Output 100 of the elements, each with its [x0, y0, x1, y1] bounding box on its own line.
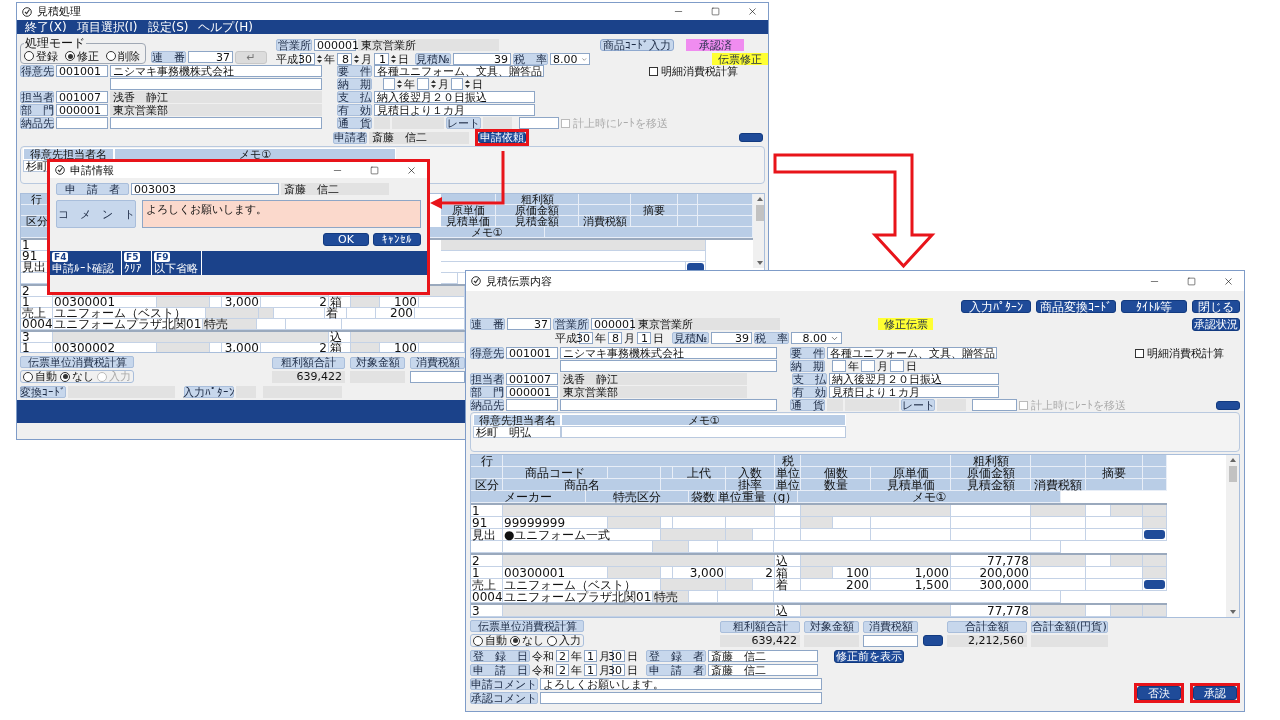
- text-field[interactable]: [863, 634, 918, 647]
- text-field[interactable]: [519, 117, 559, 129]
- menu-item[interactable]: 設定(S): [142, 21, 194, 33]
- radio-button[interactable]: [547, 635, 557, 646]
- spinner-icon[interactable]: [391, 54, 396, 64]
- text-field[interactable]: 39: [711, 332, 752, 344]
- close-icon[interactable]: [747, 6, 758, 17]
- text-field[interactable]: 8: [337, 53, 352, 65]
- show-before-button[interactable]: 修正前を表示: [834, 649, 904, 663]
- radio-button[interactable]: [23, 371, 33, 382]
- text-field[interactable]: [560, 360, 777, 372]
- text-field[interactable]: 000001: [56, 104, 108, 116]
- checkbox[interactable]: [649, 66, 658, 76]
- text-field[interactable]: よろしくお願いします。: [540, 678, 822, 690]
- small-button[interactable]: [739, 133, 763, 142]
- maximize-icon[interactable]: [711, 7, 720, 16]
- text-field[interactable]: [110, 117, 322, 129]
- table-cell: [1086, 555, 1111, 567]
- function-key-button[interactable]: F4 申請ﾙｰﾄ確認: [50, 251, 122, 275]
- select-field[interactable]: 8.00: [791, 332, 842, 344]
- radio-button[interactable]: [65, 51, 75, 61]
- spinner-icon[interactable]: [354, 54, 359, 64]
- select-field[interactable]: 8.00: [550, 53, 590, 65]
- text-field[interactable]: [540, 692, 822, 704]
- text-field[interactable]: [451, 78, 463, 90]
- text-field[interactable]: 斎藤 信二: [708, 664, 818, 676]
- close-icon[interactable]: [1223, 275, 1234, 287]
- text-field[interactable]: [560, 399, 777, 411]
- text-field[interactable]: [56, 117, 108, 129]
- maximize-icon[interactable]: [1187, 276, 1196, 286]
- action-button[interactable]: 否決: [1137, 686, 1181, 700]
- text-field[interactable]: [410, 370, 465, 383]
- dialog-button[interactable]: OK: [323, 233, 369, 246]
- text-field[interactable]: 納入後翌月２０日振込: [829, 373, 999, 385]
- text-field[interactable]: 2: [556, 650, 569, 662]
- text-field[interactable]: 001001: [506, 347, 558, 359]
- text-field[interactable]: 30: [579, 332, 593, 344]
- menu-item[interactable]: ヘルプ(H): [193, 21, 258, 33]
- toolbar-button[interactable]: ﾀｲﾄﾙ等: [1121, 300, 1187, 313]
- text-field[interactable]: [832, 360, 846, 372]
- text-field[interactable]: 001007: [506, 373, 558, 385]
- text-field[interactable]: [506, 399, 558, 411]
- text-field[interactable]: 斎藤 信二: [708, 650, 818, 662]
- function-key-button[interactable]: F5 ｸﾘｱ: [122, 251, 152, 275]
- approval-status-button[interactable]: 承認状況: [1192, 317, 1240, 331]
- text-field[interactable]: 1: [584, 650, 597, 662]
- text-field[interactable]: 各種ユニフォーム、文具、贈答品: [374, 65, 544, 77]
- product-code-button[interactable]: 商品ｺｰﾄﾞ入力: [600, 39, 674, 51]
- text-field[interactable]: 003003: [131, 183, 279, 195]
- radio-button[interactable]: [473, 635, 483, 646]
- spinner-icon[interactable]: [431, 79, 436, 89]
- small-button[interactable]: [923, 635, 943, 646]
- action-button[interactable]: 承認: [1193, 686, 1237, 700]
- text-field[interactable]: ニシマキ事務機株式会社: [560, 347, 777, 359]
- text-field[interactable]: ニシマキ事務機株式会社: [110, 65, 322, 77]
- menu-item[interactable]: 項目選択(I): [71, 21, 143, 33]
- toolbar-button[interactable]: 閉じる: [1192, 300, 1240, 313]
- spinner-icon[interactable]: [317, 54, 322, 64]
- text-field[interactable]: 39: [453, 53, 511, 65]
- radio-button[interactable]: [106, 51, 116, 61]
- function-key-button[interactable]: F9 以下省略: [152, 251, 202, 275]
- text-field[interactable]: 2: [556, 664, 569, 676]
- text-field[interactable]: 001007: [56, 91, 108, 103]
- text-field[interactable]: 000001: [591, 318, 633, 330]
- text-field[interactable]: 37: [188, 51, 233, 63]
- dialog-button[interactable]: ｷｬﾝｾﾙ: [373, 233, 421, 246]
- toolbar-button[interactable]: 商品変換ｺｰﾄﾞ: [1036, 300, 1116, 313]
- request-button[interactable]: 申請依頼: [478, 132, 526, 143]
- scrollbar[interactable]: [1226, 455, 1239, 617]
- radio-button[interactable]: [24, 51, 34, 61]
- checkbox[interactable]: [1135, 348, 1144, 358]
- scrollbar[interactable]: [753, 194, 764, 268]
- text-field[interactable]: 見積日より１カ月: [374, 104, 535, 116]
- text-field[interactable]: [417, 78, 429, 90]
- text-field[interactable]: 000001: [506, 386, 558, 398]
- toolbar-button[interactable]: 入力ﾊﾟﾀｰﾝ: [961, 300, 1031, 313]
- text-field[interactable]: 000001: [314, 39, 356, 51]
- text-field[interactable]: 37: [507, 318, 551, 330]
- radio-button[interactable]: [510, 635, 520, 646]
- small-button[interactable]: [1216, 400, 1240, 410]
- spinner-icon[interactable]: [465, 79, 470, 89]
- text-field[interactable]: [972, 399, 1017, 411]
- text-field[interactable]: 8: [608, 332, 622, 344]
- text-field[interactable]: [110, 78, 322, 90]
- text-field[interactable]: 1: [374, 53, 389, 65]
- close-icon[interactable]: [406, 164, 417, 176]
- maximize-icon[interactable]: [370, 165, 379, 175]
- text-field[interactable]: 1: [637, 332, 651, 344]
- text-field[interactable]: [383, 78, 395, 90]
- text-field[interactable]: 見積日より１カ月: [829, 386, 999, 398]
- spinner-icon[interactable]: [397, 79, 402, 89]
- radio-button[interactable]: [60, 371, 70, 382]
- text-field[interactable]: [890, 360, 904, 372]
- text-field[interactable]: よろしくお願いします。: [142, 200, 421, 228]
- text-field[interactable]: 1: [584, 664, 597, 676]
- menu-item[interactable]: 終了(X): [20, 21, 72, 33]
- text-field[interactable]: 納入後翌月２０日振込: [374, 91, 535, 103]
- text-field[interactable]: [861, 360, 875, 372]
- text-field[interactable]: 各種ユニフォーム、文具、贈答品: [827, 347, 997, 359]
- text-field[interactable]: 001001: [56, 65, 108, 77]
